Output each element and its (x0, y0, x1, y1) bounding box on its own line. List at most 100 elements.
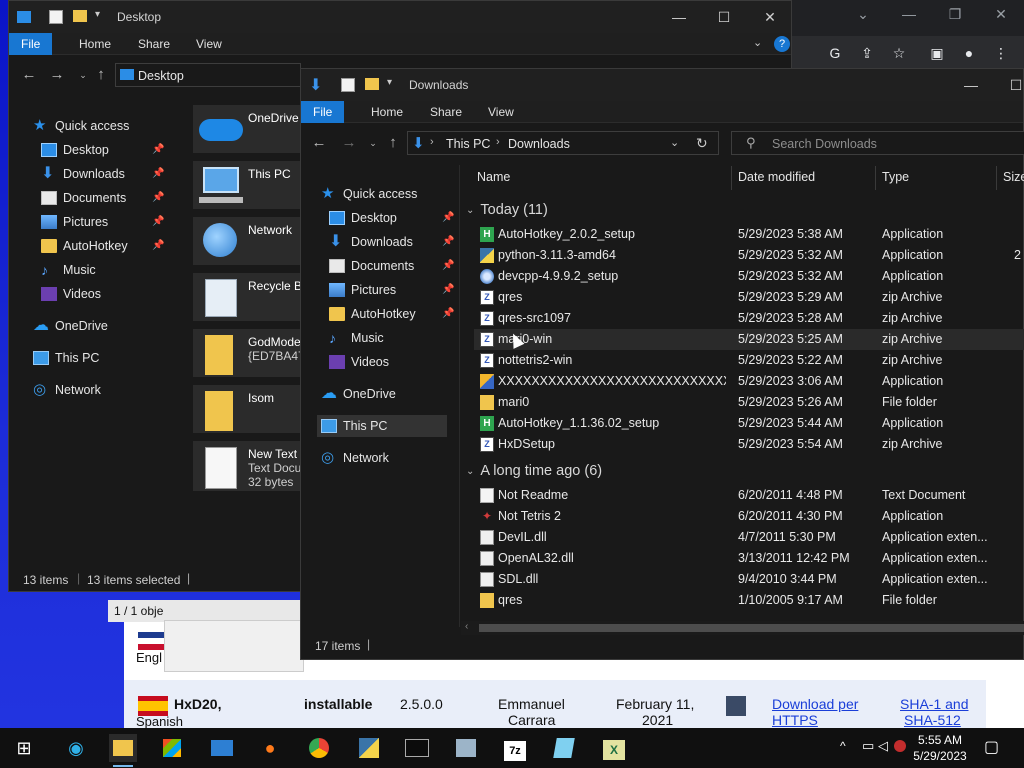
sidebar-item-autohotkey[interactable]: AutoHotkey (41, 235, 128, 257)
sidebar-item-downloads[interactable]: ⬇ Downloads (41, 163, 125, 185)
file-explorer-icon[interactable] (109, 734, 137, 767)
clock-date[interactable]: 5/29/2023 (910, 749, 970, 763)
file-row[interactable]: Zmari0-win 5/29/2023 5:25 AM zip Archive (474, 329, 1024, 350)
store-icon[interactable] (158, 734, 186, 762)
chevron-down-icon[interactable]: ⌄ (466, 466, 474, 477)
scrollbar-thumb[interactable] (479, 624, 1024, 632)
sidebar-item-onedrive[interactable]: ☁ OneDrive (321, 383, 396, 405)
close-icon[interactable]: ✕ (755, 7, 785, 27)
pin-icon[interactable]: 📌 (442, 212, 454, 223)
pin-icon[interactable]: 📌 (152, 192, 164, 203)
pin-icon[interactable]: 📌 (442, 308, 454, 319)
7zip-icon[interactable]: 7z (501, 734, 529, 762)
sidebar-item-desktop[interactable]: Desktop (41, 139, 109, 161)
file-row[interactable]: DevIL.dll 4/7/2011 5:30 PM Application ext… (474, 527, 1024, 548)
firefox-icon[interactable]: ● (256, 734, 284, 762)
pin-icon[interactable]: 📌 (152, 216, 164, 227)
up-icon[interactable]: ↑ (383, 133, 403, 153)
column-header-name[interactable]: Name (477, 170, 510, 184)
tile-network[interactable]: Network (193, 217, 313, 265)
file-row[interactable]: mari0 5/29/2023 5:26 AM File folder (474, 392, 1024, 413)
chrome-icon[interactable] (305, 734, 333, 762)
tab-file[interactable]: File (9, 33, 53, 55)
column-header-type[interactable]: Type (882, 170, 909, 184)
qat-dropdown-icon[interactable]: ▾ (387, 77, 392, 88)
tab-share[interactable]: Share (138, 37, 170, 51)
file-row[interactable]: python-3.11.3-amd64 5/29/2023 5:32 AM Appl… (474, 245, 1024, 266)
file-row[interactable]: H AutoHotkey_2.0.2_setup 5/29/2023 5:38 AM… (474, 224, 1024, 245)
pin-icon[interactable]: 📌 (152, 240, 164, 251)
column-separator[interactable] (731, 166, 732, 190)
sidebar-item-this-pc[interactable]: This PC (317, 415, 447, 437)
tab-file[interactable]: File (301, 101, 345, 123)
file-row[interactable]: OpenAL32.dll 3/13/2011 12:42 PM Applicatio… (474, 548, 1024, 569)
download-link-line2[interactable]: HTTPS (772, 712, 818, 728)
app-icon[interactable] (452, 734, 480, 762)
back-icon[interactable]: ← (19, 65, 39, 85)
file-row[interactable]: qres 1/10/2005 9:17 AM File folder (474, 590, 1024, 611)
hash-link-line2[interactable]: SHA-512 (904, 712, 961, 728)
file-row[interactable]: SDL.dll 9/4/2010 3:44 PM Application exten… (474, 569, 1024, 590)
up-icon[interactable]: ↑ (91, 65, 111, 85)
refresh-icon[interactable]: ↻ (696, 135, 708, 152)
sidebar-item-network[interactable]: ◎ Network (33, 379, 101, 401)
close-icon[interactable]: ✕ (986, 6, 1016, 26)
sidebar-item-autohotkey[interactable]: AutoHotkey (329, 303, 416, 325)
restore-icon[interactable]: ❐ (940, 6, 970, 26)
search-box[interactable]: ⚲ Search Downloads (731, 131, 1024, 155)
file-row[interactable]: ✦ Not Tetris 2 6/20/2011 4:30 PM Applicatio… (474, 506, 1024, 527)
notepad-icon[interactable] (550, 734, 578, 762)
column-header-date[interactable]: Date modified (738, 170, 815, 184)
minimize-icon[interactable]: — (894, 6, 924, 26)
sidebar-item-quick-access[interactable]: ★ Quick access (321, 183, 417, 205)
sidebar-item-quick-access[interactable]: ★ Quick access (33, 115, 129, 137)
maximize-icon[interactable]: ☐ (709, 7, 739, 27)
sidebar-item-onedrive[interactable]: ☁ OneDrive (33, 315, 108, 337)
file-row[interactable]: Z HxDSetup 5/29/2023 5:54 AM zip Archive (474, 434, 1024, 455)
pin-icon[interactable]: 📌 (442, 284, 454, 295)
sidebar-item-this-pc[interactable]: This PC (33, 347, 99, 369)
column-separator[interactable] (875, 166, 876, 190)
tab-home[interactable]: Home (371, 105, 403, 119)
address-bar[interactable]: ⬇ › This PC › Downloads ⌄ ↻ (407, 131, 719, 155)
pin-icon[interactable]: 📌 (152, 168, 164, 179)
properties-icon[interactable] (49, 10, 63, 24)
file-row[interactable]: Znottetris2-win 5/29/2023 5:22 AM zip Arch… (474, 350, 1024, 371)
sidebar-item-videos[interactable]: Videos (329, 351, 389, 373)
tile-this-pc[interactable]: This PC (193, 161, 313, 209)
tray-chevron-icon[interactable]: ^ (840, 739, 846, 753)
mail-icon[interactable] (208, 734, 236, 762)
sidebar-item-videos[interactable]: Videos (41, 283, 101, 305)
address-bar[interactable]: Desktop (115, 63, 301, 87)
sidepanel-icon[interactable]: ▣ (928, 44, 946, 62)
maximize-icon[interactable]: ☐ (1001, 75, 1024, 95)
recent-dropdown-icon[interactable]: ⌄ (363, 133, 383, 153)
new-folder-icon[interactable] (73, 10, 87, 22)
minimize-icon[interactable]: — (956, 75, 986, 95)
chevron-down-icon[interactable]: ⌄ (466, 205, 474, 216)
back-icon[interactable]: ← (309, 133, 329, 153)
action-center-icon[interactable]: ▢ (984, 737, 999, 757)
sidebar-item-desktop[interactable]: Desktop (329, 207, 397, 229)
notification-badge-icon[interactable] (894, 740, 906, 752)
chevron-down-icon[interactable]: ⌄ (848, 6, 878, 26)
file-row[interactable]: H AutoHotkey_1.1.36.02_setup 5/29/2023 5:4… (474, 413, 1024, 434)
sidebar-item-downloads[interactable]: ⬇ Downloads (329, 231, 413, 253)
sidebar-item-music[interactable]: ♪ Music (329, 327, 384, 349)
qat-dropdown-icon[interactable]: ▾ (95, 9, 100, 20)
sidebar-item-network[interactable]: ◎ Network (321, 447, 389, 469)
file-row[interactable]: devcpp-4.9.9.2_setup 5/29/2023 5:32 AM App… (474, 266, 1024, 287)
menu-icon[interactable]: ⋮ (992, 44, 1010, 62)
tile-isom[interactable]: Isom (193, 385, 313, 433)
scroll-left-icon[interactable]: ‹ (465, 621, 468, 632)
excel-icon[interactable]: X (600, 734, 628, 762)
tile-godmode[interactable]: GodMode. {ED7BA470- (193, 329, 315, 377)
horizontal-scrollbar[interactable]: ‹ (461, 621, 1024, 635)
file-row[interactable]: Zqres 5/29/2023 5:29 AM zip Archive (474, 287, 1024, 308)
edge-icon[interactable]: ◉ (62, 734, 90, 762)
clock-time[interactable]: 5:55 AM (916, 733, 964, 747)
breadcrumb-downloads[interactable]: Downloads (508, 137, 570, 151)
hash-link[interactable]: SHA-1 and (900, 696, 968, 712)
column-separator[interactable] (996, 166, 997, 190)
profile-icon[interactable]: ● (960, 44, 978, 62)
